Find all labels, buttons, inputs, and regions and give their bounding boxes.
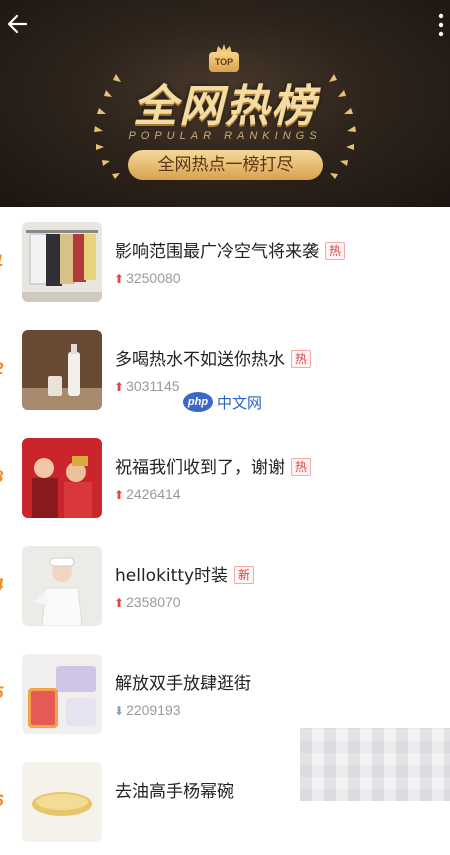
thumbnail-celebration[interactable] — [22, 438, 102, 518]
trend-up-icon: ⬆ — [114, 596, 125, 610]
banner: TOP 全网热榜 POPULAR RANKINGS 全网热点一榜打尽 — [0, 0, 450, 207]
hot-tag: 热 — [291, 350, 312, 368]
item-title[interactable]: 影响范围最广冷空气将来袭热 — [115, 237, 346, 262]
php-logo: php — [183, 392, 213, 412]
banner-title: 全网热榜 — [133, 81, 317, 132]
new-tag: 新 — [234, 566, 255, 584]
banner-subtitle: POPULAR RANKINGS — [128, 130, 322, 142]
trend-up-icon: ⬆ — [114, 488, 125, 502]
list-item[interactable]: 3 祝福我们收到了，谢谢热 ⬆2426414 — [0, 423, 450, 531]
item-title[interactable]: 去油高手杨幂碗 — [115, 777, 234, 802]
rank-number: 3 — [0, 467, 8, 489]
thumbnail-water-kettle[interactable] — [22, 330, 102, 410]
item-title[interactable]: 解放双手放肆逛街 — [115, 669, 251, 694]
heat-count: ⬆ 3250080 — [114, 270, 181, 286]
mosaic-overlay — [300, 728, 450, 801]
heat-count: ⬇ 2209193 — [114, 702, 181, 718]
watermark: php 中文网 — [183, 390, 262, 414]
rank-number: 4 — [0, 575, 8, 597]
heat-count: ⬆ 3031145 — [114, 378, 180, 394]
list-item[interactable]: 1 影响范围最广冷空气将来袭热 ⬆3250080 — [0, 207, 450, 315]
thumbnail-phone-accessories[interactable] — [22, 654, 102, 734]
item-title[interactable]: hellokitty时装新 — [115, 561, 255, 586]
item-title[interactable]: 多喝热水不如送你热水热 — [115, 345, 312, 370]
heat-count: ⬆ 2358070 — [114, 594, 181, 610]
heat-count: ⬆ 2426414 — [114, 486, 181, 502]
watermark-text: 中文网 — [217, 394, 263, 412]
arrow-left-icon[interactable] — [4, 10, 32, 38]
trend-up-icon: ⬆ — [114, 272, 125, 286]
more-vertical-icon[interactable] — [434, 12, 448, 38]
rank-number: 5 — [0, 683, 8, 705]
rank-number: 2 — [0, 359, 8, 381]
thumbnail-bowl[interactable] — [22, 762, 102, 842]
trend-up-icon: ⬆ — [114, 380, 125, 394]
hot-tag: 热 — [325, 242, 346, 260]
rank-number: 1 — [0, 251, 8, 273]
trend-down-icon: ⬇ — [114, 704, 125, 718]
rank-number: 6 — [0, 791, 8, 813]
banner-slogan: 全网热点一榜打尽 — [128, 150, 323, 180]
item-title[interactable]: 祝福我们收到了，谢谢热 — [115, 453, 312, 478]
hot-tag: 热 — [291, 458, 312, 476]
list-item[interactable]: 4 hellokitty时装新 ⬆2358070 — [0, 531, 450, 639]
top-badge: TOP — [209, 52, 239, 72]
thumbnail-clothes-rack[interactable] — [22, 222, 102, 302]
thumbnail-model-sweater[interactable] — [22, 546, 102, 626]
